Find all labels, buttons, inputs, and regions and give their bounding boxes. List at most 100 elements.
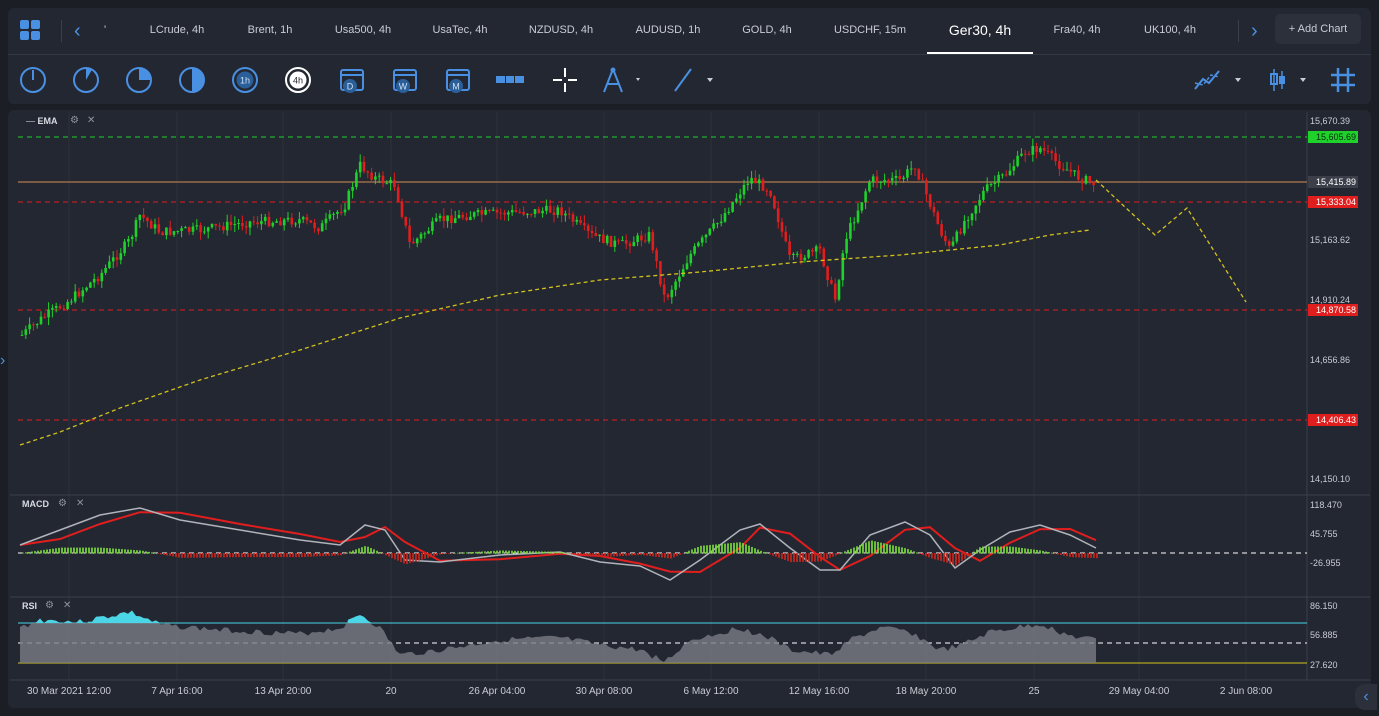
settings-icon[interactable]: ⚙: [70, 115, 79, 126]
rsi-overbought-area: [52, 619, 56, 623]
macd-histogram-bar: [349, 551, 351, 554]
macd-histogram-bar: [877, 541, 879, 554]
rsi-axis-label: 27.620: [1310, 660, 1338, 670]
macd-histogram-bar: [988, 546, 990, 554]
close-icon[interactable]: ✕: [87, 115, 95, 126]
candle-body: [336, 211, 339, 214]
macd-histogram-bar: [1072, 553, 1074, 558]
candle-body: [799, 253, 803, 261]
macd-histogram-bar: [985, 546, 987, 554]
candle-body: [963, 220, 966, 234]
candle-body: [537, 209, 541, 214]
candle-body: [993, 182, 997, 185]
rsi-overbought-area: [80, 619, 84, 623]
macd-histogram-bar: [622, 553, 624, 556]
candle-body: [495, 209, 499, 213]
candle-body: [263, 216, 267, 221]
macd-histogram-bar: [433, 553, 435, 557]
macd-histogram-bar: [406, 553, 408, 565]
candle-body: [871, 176, 875, 183]
candle-body: [590, 230, 594, 234]
macd-histogram-bar: [187, 553, 189, 558]
macd-histogram-bar: [979, 547, 981, 554]
rsi-overbought-area: [108, 616, 112, 623]
macd-histogram-bar: [847, 550, 849, 554]
candle-body: [811, 250, 814, 252]
macd-histogram-bar: [520, 550, 522, 554]
macd-histogram-bar: [1075, 553, 1077, 558]
macd-histogram-bar: [76, 547, 78, 554]
macd-histogram-bar: [1051, 552, 1053, 554]
settings-icon[interactable]: ⚙: [58, 498, 67, 509]
macd-histogram-bar: [52, 548, 54, 554]
macd-histogram-bar: [730, 543, 732, 554]
candle-body: [761, 179, 765, 191]
candle-body: [674, 281, 677, 290]
time-axis-label: 30 Apr 08:00: [575, 686, 633, 697]
macd-histogram-bar: [136, 550, 138, 554]
candlestick-chart[interactable]: [0, 0, 1379, 716]
candle-body: [100, 272, 104, 282]
macd-histogram-bar: [40, 550, 42, 554]
macd-histogram-bar: [718, 544, 720, 554]
macd-histogram-bar: [601, 553, 603, 558]
macd-histogram-bar: [667, 553, 669, 559]
macd-histogram-bar: [316, 553, 318, 557]
macd-histogram-bar: [286, 553, 288, 558]
candle-body: [567, 213, 571, 215]
expand-left-icon[interactable]: ›: [0, 352, 5, 370]
close-icon[interactable]: ✕: [76, 498, 84, 509]
candle-body: [1061, 168, 1065, 171]
candle-body: [689, 253, 693, 264]
macd-histogram-bar: [1069, 553, 1071, 557]
macd-histogram-bar: [85, 547, 87, 554]
macd-histogram-bar: [811, 553, 813, 562]
candle-body: [396, 187, 400, 202]
candle-body: [624, 240, 628, 244]
macd-histogram-bar: [937, 553, 939, 561]
macd-histogram-bar: [595, 553, 597, 557]
macd-histogram-bar: [649, 553, 651, 557]
macd-histogram-bar: [901, 547, 903, 554]
close-icon[interactable]: ✕: [63, 600, 71, 611]
macd-histogram-bar: [103, 547, 105, 554]
candle-body: [301, 217, 305, 220]
macd-histogram-bar: [178, 553, 180, 558]
settings-icon[interactable]: ⚙: [45, 600, 54, 611]
rsi-overbought-area: [100, 616, 104, 623]
macd-histogram-bar: [370, 548, 372, 554]
macd-histogram-bar: [1030, 549, 1032, 554]
macd-histogram-bar: [763, 551, 765, 554]
candle-body: [803, 257, 807, 261]
rsi-overbought-area: [64, 620, 68, 623]
candle-body: [917, 169, 921, 180]
collapse-right-icon[interactable]: ‹: [1355, 684, 1377, 710]
macd-histogram-bar: [910, 550, 912, 554]
macd-histogram-bar: [898, 546, 900, 554]
candle-body: [617, 240, 620, 242]
macd-histogram-bar: [382, 553, 384, 554]
candle-body: [826, 266, 829, 281]
candle-body: [24, 329, 28, 335]
candle-body: [921, 179, 924, 181]
macd-histogram-bar: [412, 553, 414, 563]
candle-body: [355, 172, 358, 187]
candle-body: [184, 227, 187, 229]
macd-histogram-bar: [226, 553, 228, 558]
price-axis-label: 14,150.10: [1310, 474, 1351, 484]
candle-body: [28, 324, 31, 330]
candle-body: [408, 225, 411, 242]
candle-body: [860, 202, 864, 211]
rsi-overbought-area: [76, 619, 80, 623]
candle-body: [237, 222, 240, 225]
rsi-overbought-area: [88, 621, 92, 623]
macd-histogram-bar: [646, 553, 648, 556]
macd-histogram-bar: [922, 553, 924, 556]
candle-body: [469, 216, 472, 221]
macd-histogram-bar: [262, 553, 264, 558]
macd-histogram-bar: [1036, 549, 1038, 554]
macd-histogram-bar: [319, 553, 321, 557]
candle-body: [814, 246, 818, 252]
macd-histogram-bar: [634, 553, 636, 556]
candle-body: [51, 307, 54, 310]
